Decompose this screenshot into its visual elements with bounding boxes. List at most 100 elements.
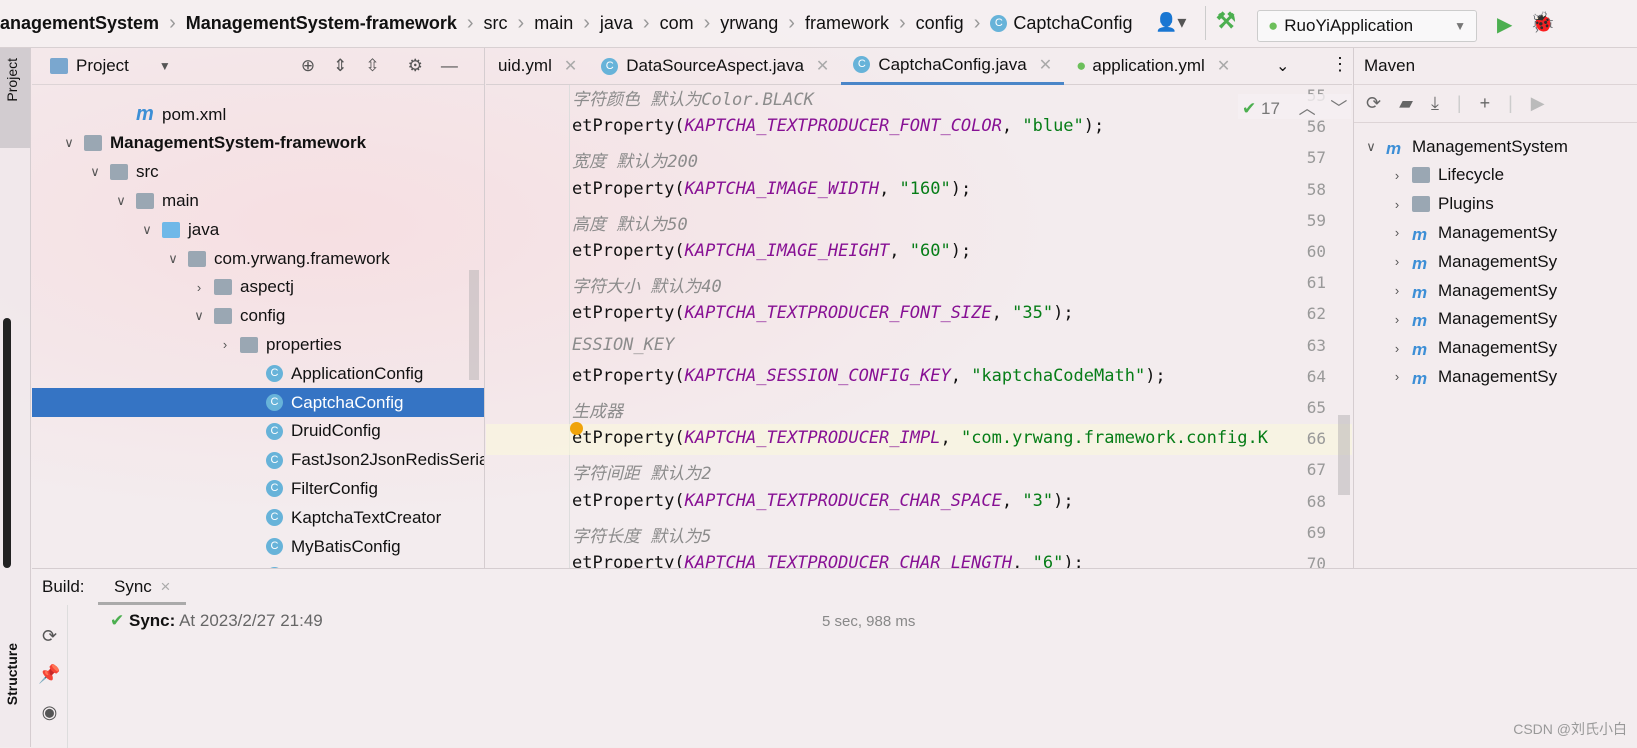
code-line[interactable]: etProperty(KAPTCHA_SESSION_CONFIG_KEY, "… bbox=[572, 366, 1166, 386]
code-line[interactable]: etProperty(KAPTCHA_IMAGE_WIDTH, "160"); bbox=[572, 179, 971, 199]
eye-icon[interactable]: ◉ bbox=[32, 693, 67, 731]
breadcrumb-item[interactable]: yrwang bbox=[720, 13, 778, 34]
tab-list-chevron-icon[interactable]: ⌄ bbox=[1276, 56, 1289, 76]
structure-tab[interactable]: Structure bbox=[4, 643, 20, 705]
code-line[interactable]: 字符颜色 默认为Color.BLACK bbox=[572, 85, 814, 110]
code-line[interactable]: etProperty(KAPTCHA_IMAGE_HEIGHT, "60"); bbox=[572, 241, 971, 261]
tree-item[interactable]: C ApplicationConfig bbox=[244, 359, 423, 388]
more-icon[interactable]: ⋮ bbox=[1331, 54, 1349, 75]
close-icon[interactable]: ✕ bbox=[1217, 56, 1230, 76]
debug-icon[interactable]: 🐞 bbox=[1530, 10, 1555, 35]
expand-all-icon[interactable]: ⇕ bbox=[333, 56, 347, 76]
maven-tree-item[interactable]: › Plugins bbox=[1390, 190, 1494, 219]
rerun-icon[interactable]: ⟳ bbox=[32, 617, 67, 655]
close-icon[interactable]: × bbox=[161, 577, 171, 596]
tab-captchaconfig-java[interactable]: C CaptchaConfig.java ✕ bbox=[841, 48, 1065, 85]
project-tool-tab[interactable]: Project bbox=[0, 48, 30, 148]
pin-icon[interactable]: 📌 bbox=[32, 655, 67, 693]
sync-status[interactable]: ✔ Sync: At 2023/2/27 21:49 bbox=[110, 611, 323, 631]
run-icon[interactable]: ▶ bbox=[1497, 12, 1512, 37]
user-icon[interactable]: 👤▾ bbox=[1155, 12, 1186, 33]
code-line[interactable]: etProperty(KAPTCHA_TEXTPRODUCER_CHAR_SPA… bbox=[572, 491, 1074, 511]
chevron-icon[interactable]: › bbox=[1390, 312, 1404, 327]
run-icon[interactable]: ▶ bbox=[1531, 93, 1545, 114]
bulb-icon[interactable] bbox=[570, 422, 583, 435]
chevron-icon[interactable]: ∨ bbox=[114, 193, 128, 209]
tree-item[interactable]: C KaptchaTextCreator bbox=[244, 503, 441, 532]
maven-tree-item[interactable]: › m ManagementSy bbox=[1390, 276, 1557, 305]
code-line[interactable]: 字符长度 默认为5 bbox=[572, 522, 711, 547]
chevron-icon[interactable]: ∨ bbox=[1364, 139, 1378, 155]
collapse-all-icon[interactable]: ⇳ bbox=[365, 56, 379, 76]
chevron-icon[interactable]: ∨ bbox=[140, 222, 154, 238]
breadcrumb-item[interactable]: com bbox=[660, 13, 694, 34]
maven-tree-item[interactable]: › m ManagementSy bbox=[1390, 247, 1557, 276]
tab-sync[interactable]: Sync × bbox=[98, 569, 187, 605]
tree-item[interactable]: › aspectj bbox=[192, 273, 294, 302]
chevron-down-icon[interactable]: ▼ bbox=[159, 59, 171, 73]
code-line[interactable]: etProperty(KAPTCHA_TEXTPRODUCER_IMPL, "c… bbox=[572, 428, 1268, 448]
chevron-icon[interactable]: › bbox=[1390, 369, 1404, 384]
breadcrumb-item[interactable]: anagementSystem bbox=[0, 13, 159, 34]
code-line[interactable]: 生成器 bbox=[572, 397, 623, 422]
chevron-icon[interactable]: › bbox=[192, 280, 206, 295]
tree-item[interactable]: C FilterConfig bbox=[244, 474, 378, 503]
tree-item[interactable]: m pom.xml bbox=[114, 100, 226, 129]
tree-item[interactable]: › properties bbox=[218, 330, 342, 359]
breadcrumb-item[interactable]: src bbox=[484, 13, 508, 34]
chevron-icon[interactable]: › bbox=[1390, 197, 1404, 212]
maven-tree-item[interactable]: › Lifecycle bbox=[1390, 161, 1504, 190]
tree-item[interactable]: ∨ config bbox=[192, 302, 285, 331]
locate-icon[interactable]: ⊕ bbox=[301, 56, 315, 76]
chevron-icon[interactable]: › bbox=[1390, 341, 1404, 356]
maven-tree-item[interactable]: › m ManagementSy bbox=[1390, 305, 1557, 334]
maven-tree-item[interactable]: ∨ m ManagementSystem bbox=[1364, 132, 1568, 161]
chevron-icon[interactable]: › bbox=[1390, 283, 1404, 298]
code-line[interactable]: 字符间距 默认为2 bbox=[572, 459, 711, 484]
chevron-icon[interactable]: ∨ bbox=[166, 251, 180, 267]
chevron-icon[interactable]: › bbox=[1390, 225, 1404, 240]
code-line[interactable]: etProperty(KAPTCHA_TEXTPRODUCER_FONT_SIZ… bbox=[572, 303, 1074, 323]
maven-tree-item[interactable]: › m ManagementSy bbox=[1390, 362, 1557, 391]
tree-item[interactable]: ∨ com.yrwang.framework bbox=[166, 244, 389, 273]
tree-item[interactable]: ∨ ManagementSystem-framework bbox=[62, 129, 366, 158]
tree-item[interactable]: ∨ java bbox=[140, 215, 219, 244]
tab-datasourceaspect-java[interactable]: C DataSourceAspect.java ✕ bbox=[589, 48, 841, 85]
code-line[interactable]: 宽度 默认为200 bbox=[572, 147, 698, 172]
breadcrumb-item[interactable]: framework bbox=[805, 13, 889, 34]
tree-item[interactable]: C DruidConfig bbox=[244, 417, 381, 446]
minimize-icon[interactable]: — bbox=[441, 56, 458, 76]
chevron-icon[interactable]: ∨ bbox=[62, 135, 76, 151]
tab-application-yml[interactable]: ● application.yml ✕ bbox=[1064, 48, 1242, 85]
tree-item[interactable]: ∨ src bbox=[88, 158, 158, 187]
inspection-widget[interactable]: ✔ 17 ︿ ﹀ bbox=[1238, 94, 1352, 119]
maven-tree-item[interactable]: › m ManagementSy bbox=[1390, 218, 1557, 247]
code-line[interactable]: etProperty(KAPTCHA_TEXTPRODUCER_FONT_COL… bbox=[572, 116, 1104, 136]
breadcrumb-item[interactable]: java bbox=[600, 13, 633, 34]
code-line[interactable]: ESSION_KEY bbox=[572, 335, 674, 355]
run-config-select[interactable]: ● RuoYiApplication ▼ bbox=[1257, 10, 1477, 42]
code-line[interactable]: 高度 默认为50 bbox=[572, 210, 688, 235]
hammer-icon[interactable]: ⚒ bbox=[1216, 8, 1236, 34]
tree-item[interactable]: CRedisConfig bbox=[244, 561, 384, 568]
previous-icon[interactable]: ︿ bbox=[1299, 99, 1316, 118]
gear-icon[interactable]: ⚙ bbox=[408, 56, 423, 76]
chevron-icon[interactable]: ∨ bbox=[192, 308, 206, 324]
chevron-icon[interactable]: › bbox=[1390, 254, 1404, 269]
chevron-icon[interactable]: › bbox=[1390, 168, 1404, 183]
code-line[interactable]: 字符大小 默认为40 bbox=[572, 272, 722, 297]
close-icon[interactable]: ✕ bbox=[1039, 55, 1052, 75]
editor-scrollbar[interactable] bbox=[1338, 415, 1350, 495]
breadcrumb-item[interactable]: main bbox=[534, 13, 573, 34]
breadcrumb-item[interactable]: CaptchaConfig bbox=[1013, 13, 1132, 34]
tree-item[interactable]: ∨ main bbox=[114, 186, 199, 215]
tab-uid-yml[interactable]: uid.yml ✕ bbox=[486, 48, 589, 85]
tree-scrollbar[interactable] bbox=[469, 270, 479, 380]
download-icon[interactable]: ⤓ bbox=[1431, 93, 1439, 114]
maven-tree-item[interactable]: › m ManagementSy bbox=[1390, 334, 1557, 363]
close-icon[interactable]: ✕ bbox=[564, 56, 577, 76]
project-view-select[interactable]: Project bbox=[76, 56, 129, 76]
tree-item[interactable]: C FastJson2JsonRedisSeriali bbox=[244, 446, 484, 475]
next-icon[interactable]: ﹀ bbox=[1330, 99, 1347, 118]
reimport-folder-icon[interactable]: ▰ bbox=[1399, 93, 1413, 114]
